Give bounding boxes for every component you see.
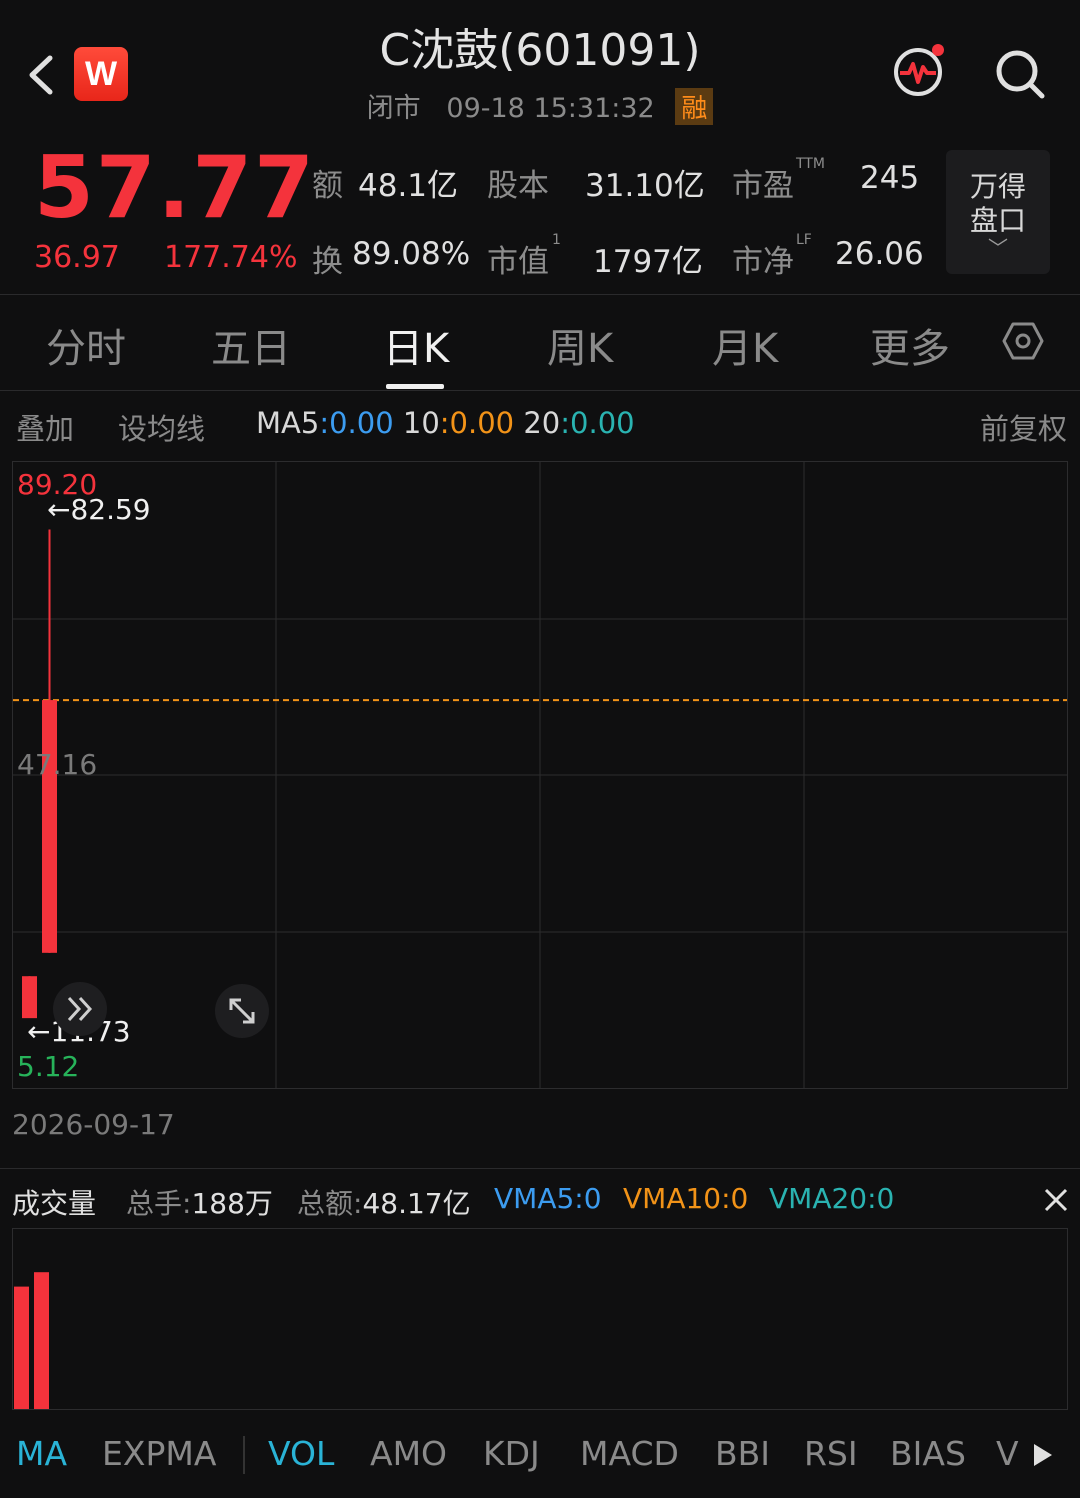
fullscreen-button[interactable] — [215, 984, 269, 1038]
last-price: 57.77 — [34, 138, 317, 238]
indicator-v-truncated[interactable]: V — [996, 1434, 1020, 1473]
indicator-bias[interactable]: BIAS — [890, 1434, 966, 1473]
tab-five-day[interactable]: 五日 — [211, 316, 291, 374]
wande-label-line1: 万得 — [969, 170, 1026, 203]
market-cap-label: 市值 — [487, 244, 549, 280]
x-axis-date: 2026-09-17 — [12, 1108, 175, 1141]
turnover-label: 换 — [312, 244, 343, 280]
amount-label: 额 — [312, 168, 343, 204]
volume-bar — [34, 1272, 49, 1409]
ma-legend: MA5:0.00 10:0.00 20:0.00 — [256, 406, 635, 440]
total-hands-value: 188万 — [191, 1187, 273, 1220]
expand-icon — [229, 998, 255, 1024]
ma5-value: :0.00 — [319, 406, 394, 440]
pe-value: 245 — [860, 160, 920, 196]
wande-label-line2: 盘口 — [969, 204, 1026, 237]
pb-label: 市净 — [732, 244, 794, 280]
top-bar: W C沈鼓(601091) 闭市 09-18 15:31:32 融 — [0, 0, 1080, 140]
scroll-forward-button[interactable] — [53, 982, 107, 1036]
close-icon[interactable] — [1040, 1184, 1072, 1216]
tab-monthly-k[interactable]: 月K — [712, 316, 778, 374]
indicator-kdj[interactable]: KDJ — [483, 1434, 540, 1473]
indicator-vol[interactable]: VOL — [268, 1434, 334, 1473]
set-ma-button[interactable]: 设均线 — [118, 406, 205, 448]
candle-body — [42, 700, 57, 953]
indicator-expma[interactable]: EXPMA — [102, 1434, 216, 1473]
indicator-rsi[interactable]: RSI — [804, 1434, 858, 1473]
ma10-value: :0.00 — [439, 406, 515, 440]
pb-value: 26.06 — [835, 236, 924, 272]
candle-body — [22, 976, 37, 1019]
overlay-button[interactable]: 叠加 — [16, 406, 74, 448]
volume-totals: 总手:188万 — [126, 1182, 273, 1222]
wande-orderbook-button[interactable]: 万得 盘口 ﹀ — [946, 150, 1050, 274]
turnover-value: 89.08% — [352, 236, 471, 272]
market-cap-value: 1797亿 — [593, 244, 703, 280]
divider — [0, 390, 1080, 391]
margin-badge: 融 — [675, 88, 714, 125]
capital-label: 股本 — [487, 168, 549, 204]
active-tab-indicator — [386, 384, 444, 389]
kline-chart[interactable]: 89.20 47.16 5.12 ←82.59 ←11.73 — [12, 461, 1068, 1089]
volume-canvas — [14, 1272, 49, 1409]
y-min-label: 5.12 — [17, 1050, 80, 1083]
search-icon[interactable] — [992, 46, 1048, 102]
ma10-label: 10 — [402, 406, 440, 440]
indicator-macd[interactable]: MACD — [580, 1434, 679, 1473]
market-cap-superscript: 1 — [552, 232, 561, 248]
ma5-label: MA5 — [256, 406, 320, 440]
capital-value: 31.10亿 — [585, 168, 705, 204]
pe-superscript: TTM — [796, 156, 825, 172]
vma20-label: VMA20:0 — [769, 1182, 895, 1215]
indicator-amo[interactable]: AMO — [370, 1434, 447, 1473]
volume-title[interactable]: 成交量 — [12, 1182, 96, 1222]
total-amount-value: 48.17亿 — [362, 1187, 471, 1220]
pulse-icon[interactable] — [890, 42, 950, 102]
vma5-label: VMA5:0 — [494, 1182, 602, 1215]
volume-bar — [14, 1286, 29, 1409]
tab-intraday[interactable]: 分时 — [46, 316, 126, 374]
indicator-ma[interactable]: MA — [16, 1434, 67, 1473]
ma20-label: 20 — [523, 406, 561, 440]
price-change: 36.97 — [34, 240, 120, 275]
divider — [0, 294, 1080, 295]
grid — [13, 462, 1067, 1088]
pb-superscript: LF — [796, 232, 812, 248]
divider — [0, 1168, 1080, 1169]
price-change-percent: 177.74% — [164, 240, 298, 275]
scroll-right-icon[interactable] — [1028, 1440, 1056, 1470]
ma20-value: :0.00 — [560, 406, 635, 440]
indicator-separator — [243, 1436, 245, 1474]
tab-daily-k[interactable]: 日K — [383, 316, 449, 374]
kline-canvas — [13, 462, 1067, 1088]
chevron-down-icon: ﹀ — [988, 236, 1008, 260]
total-amount-label: 总额: — [297, 1187, 363, 1220]
volume-chart[interactable] — [12, 1228, 1068, 1410]
total-hands-label: 总手: — [126, 1187, 192, 1220]
tab-more[interactable]: 更多 — [870, 316, 950, 374]
vma10-label: VMA10:0 — [623, 1182, 749, 1215]
double-chevron-right-icon — [67, 996, 93, 1022]
status-text: 闭市 — [366, 93, 421, 124]
status-datetime: 09-18 15:31:32 — [446, 93, 655, 124]
settings-icon[interactable] — [1002, 320, 1044, 362]
high-marker-label: ←82.59 — [47, 493, 151, 526]
amount-value: 48.1亿 — [358, 168, 459, 204]
volume-amount: 总额:48.17亿 — [297, 1182, 471, 1222]
tab-weekly-k[interactable]: 周K — [547, 316, 613, 374]
y-mid-label: 47.16 — [17, 748, 98, 781]
pe-label: 市盈 — [732, 168, 794, 204]
adjust-mode-button[interactable]: 前复权 — [980, 406, 1067, 448]
indicator-bbi[interactable]: BBI — [715, 1434, 770, 1473]
